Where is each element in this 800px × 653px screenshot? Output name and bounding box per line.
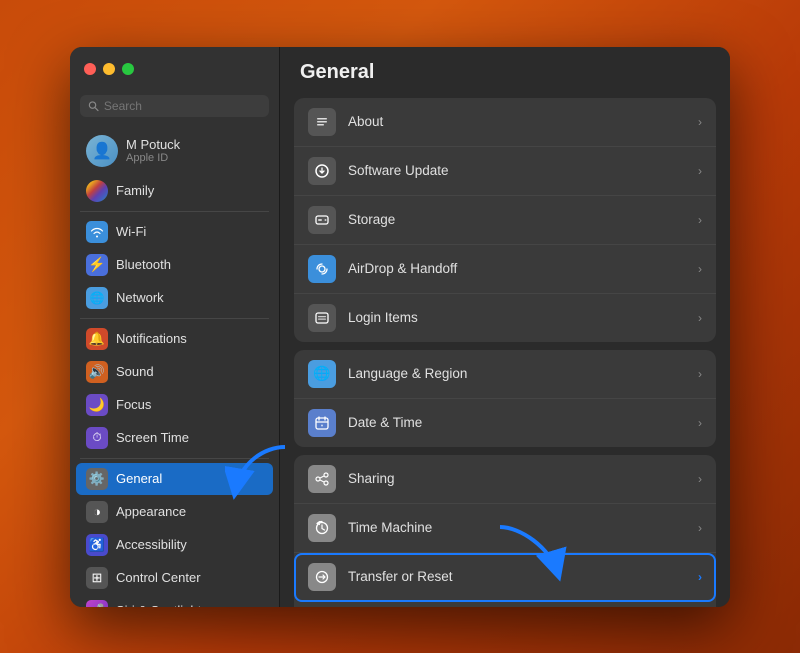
sidebar-label-general: General [116, 471, 162, 486]
sidebar-item-accessibility[interactable]: ♿ Accessibility [76, 529, 273, 561]
sharing-chevron: › [698, 472, 702, 486]
sidebar-label-notifications: Notifications [116, 331, 187, 346]
settings-row-login[interactable]: Login Items › [294, 294, 716, 342]
login-icon [308, 304, 336, 332]
sidebar-label-sound: Sound [116, 364, 154, 379]
bluetooth-icon: ⚡ [86, 254, 108, 276]
sidebar-label-bluetooth: Bluetooth [116, 257, 171, 272]
sharing-icon [308, 465, 336, 493]
software-update-icon [308, 157, 336, 185]
arrow-annotation-right [490, 522, 570, 582]
arrow-annotation-left [225, 442, 295, 502]
user-subtitle: Apple ID [126, 152, 180, 164]
settings-row-about[interactable]: About › [294, 98, 716, 147]
search-input[interactable] [104, 99, 261, 113]
sidebar-label-appearance: Appearance [116, 504, 186, 519]
datetime-icon [308, 409, 336, 437]
sidebar-label-family: Family [116, 183, 154, 198]
family-icon [86, 180, 108, 202]
transfer-icon [308, 563, 336, 591]
settings-row-language[interactable]: 🌐 Language & Region › [294, 350, 716, 399]
settings-row-startup[interactable]: Startup Disk › [294, 602, 716, 607]
settings-row-software-update[interactable]: Software Update › [294, 147, 716, 196]
language-icon: 🌐 [308, 360, 336, 388]
timemachine-icon [308, 514, 336, 542]
software-update-label: Software Update [348, 163, 686, 178]
sidebar-item-controlcenter[interactable]: ⊞ Control Center [76, 562, 273, 594]
airdrop-label: AirDrop & Handoff [348, 261, 686, 276]
sharing-label: Sharing [348, 471, 686, 486]
sidebar-label-siri: Siri & Spotlight [116, 603, 201, 607]
sidebar-item-focus[interactable]: 🌙 Focus [76, 389, 273, 421]
sidebar-item-notifications[interactable]: 🔔 Notifications [76, 323, 273, 355]
datetime-chevron: › [698, 416, 702, 430]
settings-row-datetime[interactable]: Date & Time › [294, 399, 716, 447]
sidebar-label-accessibility: Accessibility [116, 537, 187, 552]
storage-icon [308, 206, 336, 234]
transfer-chevron: › [698, 570, 702, 584]
search-icon [88, 100, 99, 112]
screentime-icon: ⏱ [86, 427, 108, 449]
sidebar-item-wifi[interactable]: Wi-Fi [76, 216, 273, 248]
focus-icon: 🌙 [86, 394, 108, 416]
storage-label: Storage [348, 212, 686, 227]
search-box[interactable] [80, 95, 269, 117]
controlcenter-icon: ⊞ [86, 567, 108, 589]
sidebar-item-sound[interactable]: 🔊 Sound [76, 356, 273, 388]
about-icon [308, 108, 336, 136]
datetime-label: Date & Time [348, 415, 686, 430]
titlebar [70, 47, 279, 91]
sidebar-item-bluetooth[interactable]: ⚡ Bluetooth [76, 249, 273, 281]
accessibility-icon: ♿ [86, 534, 108, 556]
appearance-icon: ◑ [86, 501, 108, 523]
sidebar-divider-1 [80, 211, 269, 212]
sidebar-label-wifi: Wi-Fi [116, 224, 146, 239]
sidebar-label-screentime: Screen Time [116, 430, 189, 445]
about-chevron: › [698, 115, 702, 129]
general-icon: ⚙️ [86, 468, 108, 490]
settings-row-sharing[interactable]: Sharing › [294, 455, 716, 504]
sidebar-label-focus: Focus [116, 397, 151, 412]
sound-icon: 🔊 [86, 361, 108, 383]
sidebar-label-controlcenter: Control Center [116, 570, 201, 585]
maximize-button[interactable] [122, 63, 134, 75]
settings-row-storage[interactable]: Storage › [294, 196, 716, 245]
settings-row-airdrop[interactable]: AirDrop & Handoff › [294, 245, 716, 294]
user-name: M Potuck [126, 137, 180, 152]
sidebar-items: 👤 M Potuck Apple ID Family [70, 125, 279, 607]
settings-group-2: 🌐 Language & Region › Date & Time › [294, 350, 716, 447]
language-chevron: › [698, 367, 702, 381]
sidebar-item-family[interactable]: Family [76, 175, 273, 207]
sidebar-item-network[interactable]: 🌐 Network [76, 282, 273, 314]
page-title: General [280, 47, 730, 94]
network-icon: 🌐 [86, 287, 108, 309]
software-update-chevron: › [698, 164, 702, 178]
airdrop-icon [308, 255, 336, 283]
settings-group-1: About › Software Update › [294, 98, 716, 342]
login-chevron: › [698, 311, 702, 325]
system-preferences-window: 👤 M Potuck Apple ID Family [70, 47, 730, 607]
notifications-icon: 🔔 [86, 328, 108, 350]
sidebar-label-network: Network [116, 290, 164, 305]
storage-chevron: › [698, 213, 702, 227]
sidebar-item-siri[interactable]: 🎤 Siri & Spotlight [76, 595, 273, 607]
avatar: 👤 [86, 135, 118, 167]
about-label: About [348, 114, 686, 129]
sidebar-item-apple-id[interactable]: 👤 M Potuck Apple ID [76, 129, 273, 173]
wifi-icon [86, 221, 108, 243]
siri-icon: 🎤 [86, 600, 108, 607]
minimize-button[interactable] [103, 63, 115, 75]
language-label: Language & Region [348, 366, 686, 381]
sidebar: 👤 M Potuck Apple ID Family [70, 47, 280, 607]
timemachine-chevron: › [698, 521, 702, 535]
close-button[interactable] [84, 63, 96, 75]
sidebar-divider-2 [80, 318, 269, 319]
login-label: Login Items [348, 310, 686, 325]
airdrop-chevron: › [698, 262, 702, 276]
